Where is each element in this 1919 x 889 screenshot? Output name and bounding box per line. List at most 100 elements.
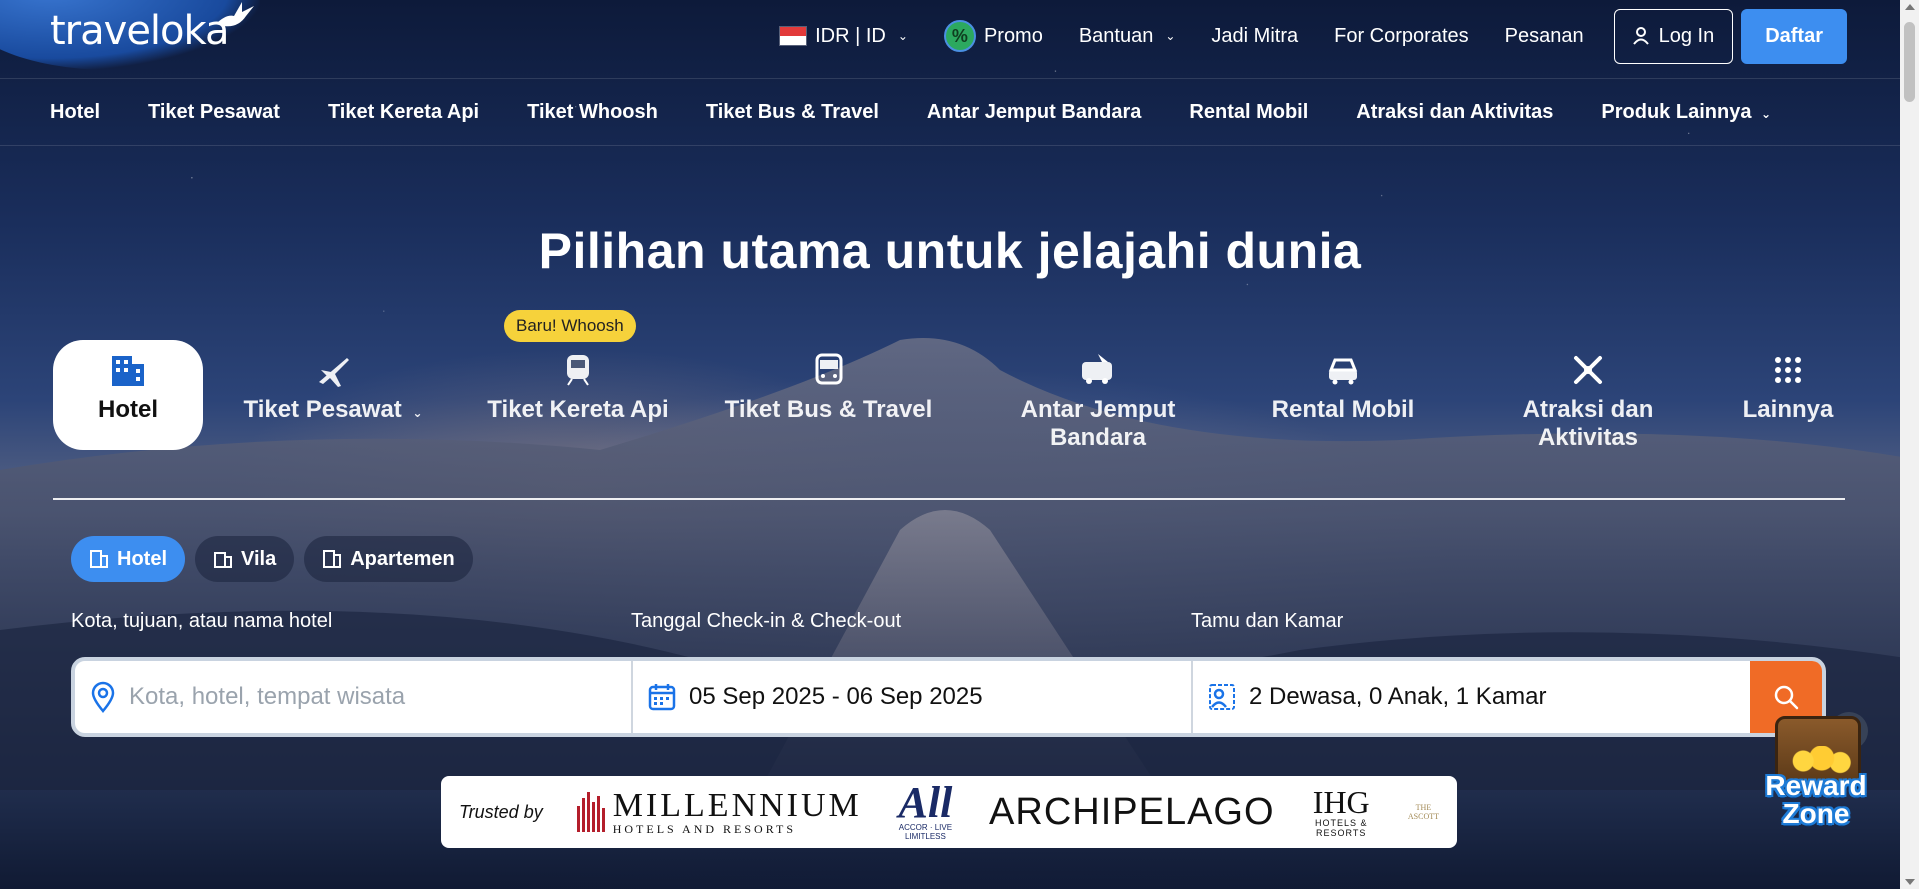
product-tab-label: Rental Mobil [1271, 396, 1415, 423]
chevron-down-icon: ⌄ [897, 29, 908, 43]
product-tab-label: Hotel [98, 396, 158, 423]
villa-icon [214, 552, 232, 568]
date-range-value: 05 Sep 2025 - 06 Sep 2025 [689, 683, 983, 710]
page-headline: Pilihan utama untuk jelajahi dunia [538, 223, 1362, 279]
product-tab-lainnya[interactable]: Lainnya [1733, 340, 1843, 424]
catnav-rental-mobil[interactable]: Rental Mobil [1189, 101, 1308, 124]
destination-field[interactable] [75, 661, 633, 733]
bird-logo-icon [216, 2, 254, 27]
grid-icon [1775, 357, 1801, 383]
property-type-tabs: Hotel Vila Apartemen [71, 536, 473, 582]
currency-language-selector[interactable]: IDR | ID ⌄ [761, 25, 926, 48]
product-tab-label: Tiket Kereta Api [487, 396, 669, 423]
login-label: Log In [1658, 24, 1715, 47]
trusted-by-label: Trusted by [459, 801, 543, 822]
train-icon [567, 355, 589, 386]
catnav-hotel[interactable]: Hotel [50, 101, 100, 124]
millennium-logo: MILLENNIUM HOTELS AND RESORTS [576, 787, 862, 836]
location-pin-icon [91, 681, 115, 713]
search-icon [1774, 685, 1799, 710]
product-tab-hotel[interactable]: Hotel [53, 340, 203, 450]
percent-icon: % [943, 20, 976, 52]
pesanan-link[interactable]: Pesanan [1487, 25, 1602, 48]
catnav-tiket-pesawat[interactable]: Tiket Pesawat [148, 101, 280, 124]
property-tab-apartemen[interactable]: Apartemen [304, 536, 473, 582]
chevron-down-icon: ⌄ [1761, 106, 1772, 121]
product-tab-tiket-kereta-api[interactable]: Tiket Kereta Api [478, 340, 678, 424]
millennium-bars-icon [576, 792, 605, 832]
product-tab-label: Tiket Pesawat [243, 396, 402, 423]
dates-label: Tanggal Check-in & Check-out [631, 610, 902, 632]
millennium-subtitle: HOTELS AND RESORTS [612, 822, 796, 836]
scroll-down-icon[interactable] [1905, 879, 1915, 885]
destination-input[interactable] [129, 683, 589, 711]
product-tab-label: Tiket Bus & Travel [724, 396, 933, 423]
scrollbar-thumb[interactable] [1904, 22, 1915, 102]
catnav-atraksi-aktivitas[interactable]: Atraksi dan Aktivitas [1356, 101, 1553, 124]
attraction-icon [1574, 356, 1602, 384]
accor-all-logo: All ACCOR · LIVE LIMITLESS [896, 778, 955, 841]
bus-icon [815, 353, 842, 385]
all-name: All [898, 778, 953, 828]
product-tabs: Hotel Tiket Pesawat ⌄ Tiket Kereta Api T… [53, 340, 1845, 500]
whoosh-new-badge: Baru! Whoosh [504, 310, 636, 342]
catnav-antar-jemput-bandara[interactable]: Antar Jemput Bandara [927, 101, 1142, 124]
for-corporates-link[interactable]: For Corporates [1316, 25, 1487, 48]
reward-label-line-1: Reward [1765, 770, 1867, 801]
chevron-down-icon: ⌄ [412, 406, 423, 420]
reward-zone-widget[interactable]: Reward Zone [1757, 716, 1875, 838]
building-icon [90, 550, 108, 568]
signup-button[interactable]: Daftar [1741, 8, 1847, 64]
date-range-field[interactable]: 05 Sep 2025 - 06 Sep 2025 [633, 661, 1193, 733]
product-tab-rental-mobil[interactable]: Rental Mobil [1243, 340, 1443, 424]
property-tab-label: Apartemen [350, 547, 455, 570]
indonesia-flag-icon [779, 26, 808, 46]
property-tab-label: Vila [241, 547, 277, 570]
bantuan-label: Bantuan [1078, 24, 1154, 47]
login-button[interactable]: Log In [1613, 8, 1734, 64]
product-tab-antar-jemput-bandara[interactable]: Antar Jemput Bandara [993, 340, 1203, 452]
product-tab-atraksi-aktivitas[interactable]: Atraksi dan Aktivitas [1488, 340, 1688, 452]
traveloka-logo[interactable]: traveloka [50, 8, 229, 54]
building-icon [112, 356, 144, 386]
all-subtitle: ACCOR · LIVE LIMITLESS [898, 822, 953, 841]
produk-lainnya-label: Produk Lainnya [1601, 100, 1752, 123]
reward-label-line-2: Zone [1782, 798, 1850, 829]
bantuan-menu[interactable]: Bantuan ⌄ [1061, 25, 1194, 48]
chevron-down-icon: ⌄ [1165, 29, 1176, 43]
property-tab-vila[interactable]: Vila [195, 536, 295, 582]
plane-icon [319, 358, 349, 387]
destination-label: Kota, tujuan, atau nama hotel [71, 610, 333, 632]
property-tab-label: Hotel [117, 547, 167, 570]
catnav-produk-lainnya[interactable]: Produk Lainnya ⌄ [1601, 101, 1771, 124]
trusted-by-banner: Trusted by MILLENNIUM HOTELS AND RESORTS… [441, 776, 1457, 848]
archipelago-logo: ARCHIPELAGO [989, 790, 1275, 833]
catnav-tiket-bus-travel[interactable]: Tiket Bus & Travel [706, 101, 879, 124]
apartment-icon [323, 550, 342, 568]
millennium-name: MILLENNIUM [612, 787, 862, 824]
currency-label: IDR | ID [815, 24, 886, 47]
product-tab-label: Lainnya [1742, 396, 1834, 423]
product-tab-label: Atraksi dan Aktivitas [1522, 396, 1654, 451]
product-tab-tiket-pesawat[interactable]: Tiket Pesawat ⌄ [233, 340, 433, 424]
car-icon [1328, 358, 1358, 385]
category-navigation: Hotel Tiket Pesawat Tiket Kereta Api Tik… [0, 78, 1900, 146]
page-scrollbar[interactable] [1900, 0, 1919, 889]
user-icon [1632, 27, 1649, 45]
guests-label: Tamu dan Kamar [1191, 610, 1344, 632]
product-tab-tiket-bus-travel[interactable]: Tiket Bus & Travel [721, 340, 936, 424]
ihg-subtitle: HOTELS & RESORTS [1314, 818, 1368, 838]
catnav-tiket-whoosh[interactable]: Tiket Whoosh [527, 101, 658, 124]
property-tab-hotel[interactable]: Hotel [71, 536, 185, 582]
promo-label: Promo [983, 24, 1043, 47]
scroll-up-icon[interactable] [1905, 4, 1915, 10]
hotel-search-bar: 05 Sep 2025 - 06 Sep 2025 2 Dewasa, 0 An… [71, 657, 1826, 737]
catnav-tiket-kereta-api[interactable]: Tiket Kereta Api [328, 101, 479, 124]
jadi-mitra-link[interactable]: Jadi Mitra [1193, 25, 1316, 48]
ihg-logo: IHG HOTELS & RESORTS [1309, 786, 1374, 838]
ihg-name: IHG [1312, 784, 1370, 820]
top-navigation: IDR | ID ⌄ % Promo Bantuan ⌄ Jadi Mitra … [761, 8, 1847, 64]
promo-link[interactable]: % Promo [926, 20, 1061, 52]
ascott-logo: THE ASCOTT [1407, 803, 1439, 821]
guests-rooms-field[interactable]: 2 Dewasa, 0 Anak, 1 Kamar [1193, 661, 1750, 733]
